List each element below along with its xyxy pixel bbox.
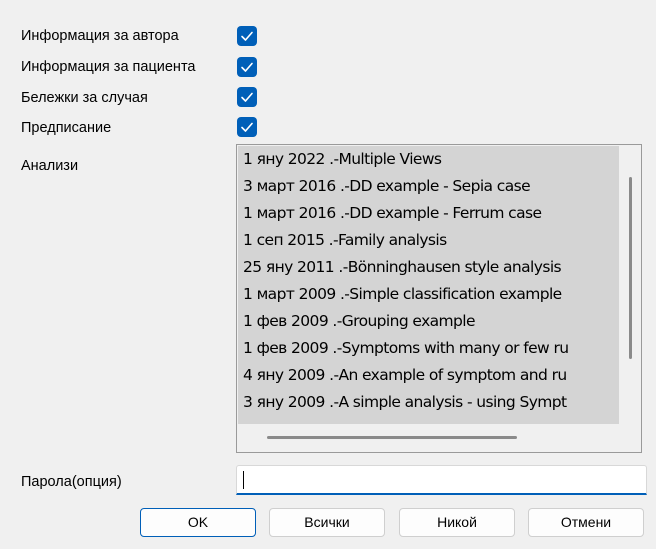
text-caret [243, 471, 244, 489]
author-info-checkbox[interactable] [237, 26, 257, 46]
analyses-label: Анализи [21, 158, 79, 174]
password-field[interactable] [236, 465, 647, 495]
case-notes-checkbox[interactable] [237, 87, 257, 107]
checkmark-icon [241, 62, 253, 72]
checkmark-icon [241, 92, 253, 102]
patient-info-label: Информация за пациента [21, 59, 196, 75]
author-info-label: Информация за автора [21, 28, 179, 44]
analyses-list: 1 яну 2022 .-Multiple Views 3 март 2016 … [238, 146, 619, 424]
password-label: Парола(опция) [21, 474, 122, 490]
list-item[interactable]: 3 яну 2009 .-A simple analysis - using S… [238, 389, 619, 416]
list-item[interactable]: 1 яну 2022 .-Multiple Views [238, 146, 619, 173]
checkmark-icon [241, 122, 253, 132]
list-item[interactable]: 1 март 2016 .-DD example - Ferrum case [238, 200, 619, 227]
list-item[interactable]: 1 март 2009 .-Simple classification exam… [238, 281, 619, 308]
select-all-button[interactable]: Всички [269, 508, 385, 537]
list-item[interactable]: 1 фев 2009 .-Symptoms with many or few r… [238, 335, 619, 362]
list-item[interactable]: 1 фев 2009 .-Grouping example [238, 308, 619, 335]
list-item[interactable]: 25 яну 2011 .-Bönninghausen style analys… [238, 254, 619, 281]
list-item[interactable]: 4 яну 2009 .-An example of symptom and r… [238, 362, 619, 389]
prescription-checkbox[interactable] [237, 117, 257, 137]
horizontal-scrollbar[interactable] [267, 436, 517, 439]
list-item[interactable]: 3 март 2016 .-DD example - Sepia case [238, 173, 619, 200]
list-item[interactable]: 1 сеп 2015 .-Family analysis [238, 227, 619, 254]
patient-info-checkbox[interactable] [237, 57, 257, 77]
checkmark-icon [241, 31, 253, 41]
prescription-label: Предписание [21, 120, 112, 136]
select-none-button[interactable]: Никой [399, 508, 515, 537]
case-notes-label: Бележки за случая [21, 90, 148, 106]
cancel-button[interactable]: Отмени [528, 508, 644, 537]
vertical-scrollbar[interactable] [629, 177, 632, 359]
analyses-listbox[interactable]: 1 яну 2022 .-Multiple Views 3 март 2016 … [236, 144, 642, 453]
ok-button[interactable]: OK [140, 508, 256, 537]
